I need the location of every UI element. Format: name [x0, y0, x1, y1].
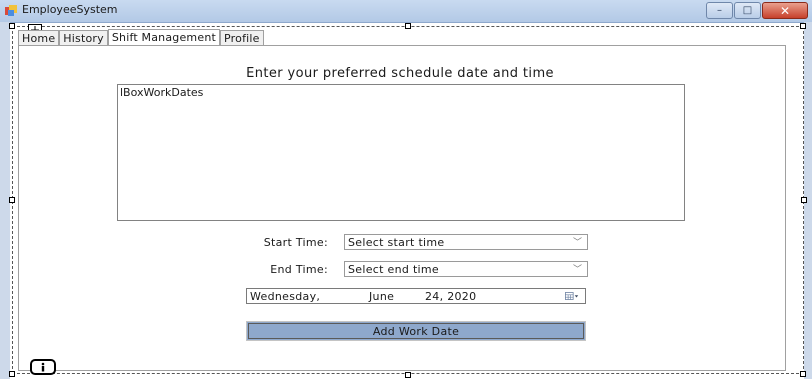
- title-bar: EmployeeSystem – □ ✕: [0, 0, 812, 23]
- maximize-button[interactable]: □: [734, 2, 761, 19]
- resize-handle-top[interactable]: [405, 23, 411, 29]
- resize-handle-bottom-right[interactable]: [800, 371, 806, 377]
- end-time-label: End Time:: [270, 263, 328, 276]
- resize-handle-right[interactable]: [801, 197, 807, 203]
- end-time-value: Select end time: [348, 263, 440, 276]
- resize-handle-bottom-left[interactable]: [9, 371, 15, 377]
- minimize-icon: –: [717, 5, 722, 16]
- start-time-label: Start Time:: [263, 236, 328, 249]
- resize-handle-bottom[interactable]: [405, 372, 411, 378]
- tab-home[interactable]: Home: [18, 30, 60, 45]
- listbox-name-label: lBoxWorkDates: [120, 86, 204, 99]
- start-time-dropdown[interactable]: Select start time ﹀: [344, 234, 588, 250]
- date-day-year[interactable]: 24, 2020: [425, 290, 476, 303]
- close-button[interactable]: ✕: [762, 2, 808, 19]
- resize-handle-top-left[interactable]: [9, 23, 15, 29]
- tab-shift-management[interactable]: Shift Management: [107, 29, 221, 45]
- resize-handle-left[interactable]: [9, 197, 15, 203]
- date-month[interactable]: June: [369, 290, 394, 303]
- tab-strip: Home History Shift Management Profile: [18, 29, 264, 45]
- end-time-dropdown[interactable]: Select end time ﹀: [344, 261, 588, 277]
- tab-history[interactable]: History: [59, 30, 108, 45]
- work-date-picker[interactable]: Wednesday, June 24, 2020: [246, 288, 586, 304]
- chevron-down-icon: ﹀: [572, 265, 582, 275]
- app-window-icon: [5, 5, 17, 16]
- start-time-value: Select start time: [348, 236, 445, 249]
- window-title: EmployeeSystem: [22, 3, 118, 16]
- calendar-icon[interactable]: [565, 291, 579, 301]
- info-icon[interactable]: [30, 359, 56, 375]
- date-weekday[interactable]: Wednesday,: [250, 290, 320, 303]
- maximize-icon: □: [742, 5, 753, 16]
- tab-profile[interactable]: Profile: [220, 30, 264, 45]
- add-work-date-button[interactable]: Add Work Date: [246, 321, 586, 341]
- work-dates-listbox[interactable]: lBoxWorkDates: [117, 84, 685, 221]
- close-icon: ✕: [779, 3, 791, 18]
- chevron-down-icon: ﹀: [572, 238, 582, 248]
- page-heading: Enter your preferred schedule date and t…: [246, 66, 554, 81]
- minimize-button[interactable]: –: [706, 2, 733, 19]
- resize-handle-top-right[interactable]: [800, 23, 806, 29]
